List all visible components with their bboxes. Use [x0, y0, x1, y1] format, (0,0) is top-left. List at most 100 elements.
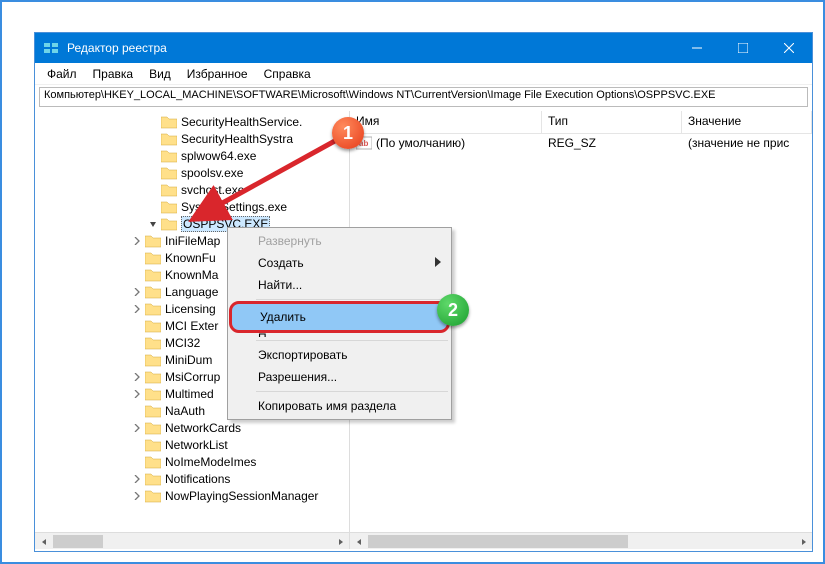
folder-icon	[145, 285, 161, 299]
folder-icon	[145, 319, 161, 333]
list-header: Имя Тип Значение	[350, 111, 812, 134]
tree-item[interactable]: NetworkCards	[35, 419, 349, 436]
menu-file[interactable]: Файл	[39, 65, 85, 83]
tree-item[interactable]: NowPlayingSessionManager	[35, 487, 349, 504]
menu-view[interactable]: Вид	[141, 65, 179, 83]
expand-icon[interactable]	[131, 475, 143, 483]
menubar: Файл Правка Вид Избранное Справка	[35, 63, 812, 85]
folder-icon	[145, 336, 161, 350]
tree-item[interactable]: NoImeModeImes	[35, 453, 349, 470]
folder-icon	[145, 472, 161, 486]
folder-icon	[161, 115, 177, 129]
submenu-arrow-icon	[435, 256, 441, 270]
cm-delete[interactable]: Удалить	[232, 304, 447, 330]
tree-horizontal-scrollbar[interactable]	[35, 532, 349, 549]
folder-icon	[161, 200, 177, 214]
tree-label: MCI32	[165, 336, 200, 350]
scroll-thumb[interactable]	[368, 535, 628, 548]
cm-delete-highlight: Удалить	[229, 301, 450, 333]
menu-help[interactable]: Справка	[256, 65, 319, 83]
maximize-button[interactable]	[720, 33, 766, 63]
col-name[interactable]: Имя	[350, 111, 542, 133]
cm-create-label: Создать	[258, 256, 304, 270]
tree-label: Multimed	[165, 387, 214, 401]
folder-icon	[161, 217, 177, 231]
tree-label: NaAuth	[165, 404, 205, 418]
cm-permissions[interactable]: Разрешения...	[230, 366, 449, 388]
list-row[interactable]: ab (По умолчанию) REG_SZ (значение не пр…	[350, 134, 812, 151]
step-badge-1: 1	[332, 117, 364, 149]
folder-icon	[145, 234, 161, 248]
folder-icon	[145, 387, 161, 401]
cm-separator	[256, 340, 448, 341]
tree-item[interactable]: SecurityHealthService.	[35, 113, 349, 130]
tree-label: MsiCorrup	[165, 370, 220, 384]
folder-icon	[145, 268, 161, 282]
folder-icon	[145, 455, 161, 469]
scroll-right-arrow[interactable]	[332, 533, 349, 549]
tree-label: NetworkCards	[165, 421, 241, 435]
expand-icon[interactable]	[131, 305, 143, 313]
folder-icon	[145, 302, 161, 316]
tree-item[interactable]: Notifications	[35, 470, 349, 487]
value-name-cell: ab (По умолчанию)	[350, 136, 542, 150]
tree-label: Notifications	[165, 472, 230, 486]
expand-icon[interactable]	[131, 424, 143, 432]
close-button[interactable]	[766, 33, 812, 63]
window-title: Редактор реестра	[67, 41, 674, 55]
tree-label: Language	[165, 285, 218, 299]
value-type: REG_SZ	[542, 136, 682, 150]
folder-icon	[145, 421, 161, 435]
scroll-thumb[interactable]	[53, 535, 103, 548]
cm-find[interactable]: Найти...	[230, 274, 449, 296]
folder-icon	[145, 404, 161, 418]
menu-edit[interactable]: Правка	[85, 65, 142, 83]
expand-icon[interactable]	[131, 390, 143, 398]
minimize-button[interactable]	[674, 33, 720, 63]
col-type[interactable]: Тип	[542, 111, 682, 133]
expand-icon[interactable]	[131, 373, 143, 381]
address-bar[interactable]: Компьютер\HKEY_LOCAL_MACHINE\SOFTWARE\Mi…	[39, 87, 808, 107]
tree-label: MCI Exter	[165, 319, 218, 333]
expand-icon[interactable]	[131, 237, 143, 245]
expand-icon[interactable]	[147, 220, 159, 228]
step-badge-2: 2	[437, 294, 469, 326]
list-horizontal-scrollbar[interactable]	[350, 532, 812, 549]
tree-label: IniFileMap	[165, 234, 220, 248]
menu-favorites[interactable]: Избранное	[179, 65, 256, 83]
titlebar[interactable]: Редактор реестра	[35, 33, 812, 63]
app-icon	[43, 40, 59, 56]
cm-create[interactable]: Создать	[230, 252, 449, 274]
value-name: (По умолчанию)	[376, 136, 465, 150]
tree-label: SecurityHealthService.	[181, 115, 302, 129]
scroll-right-arrow[interactable]	[795, 533, 812, 549]
folder-icon	[161, 183, 177, 197]
tree-label: Licensing	[165, 302, 216, 316]
folder-icon	[145, 251, 161, 265]
cm-copy-key-name[interactable]: Копировать имя раздела	[230, 395, 449, 417]
scroll-left-arrow[interactable]	[350, 533, 367, 549]
folder-icon	[145, 438, 161, 452]
tree-label: NetworkList	[165, 438, 228, 452]
cm-separator	[256, 391, 448, 392]
tree-label: NoImeModeImes	[165, 455, 256, 469]
folder-icon	[161, 149, 177, 163]
expand-icon[interactable]	[131, 288, 143, 296]
tree-item[interactable]: NetworkList	[35, 436, 349, 453]
cm-export[interactable]: Экспортировать	[230, 344, 449, 366]
folder-icon	[161, 132, 177, 146]
cm-separator	[256, 299, 448, 300]
cm-expand[interactable]: Развернуть	[230, 230, 449, 252]
context-menu: Развернуть Создать Найти... Удалить П Эк…	[227, 227, 452, 420]
tree-label: MiniDum	[165, 353, 212, 367]
tree-label: KnownMa	[165, 268, 218, 282]
scroll-left-arrow[interactable]	[35, 533, 52, 549]
folder-icon	[161, 166, 177, 180]
tree-label: NowPlayingSessionManager	[165, 489, 318, 503]
folder-icon	[145, 370, 161, 384]
expand-icon[interactable]	[131, 492, 143, 500]
folder-icon	[145, 489, 161, 503]
cm-rename-partial[interactable]: П	[230, 331, 449, 337]
col-value[interactable]: Значение	[682, 111, 812, 133]
annotation-arrow	[182, 132, 352, 232]
